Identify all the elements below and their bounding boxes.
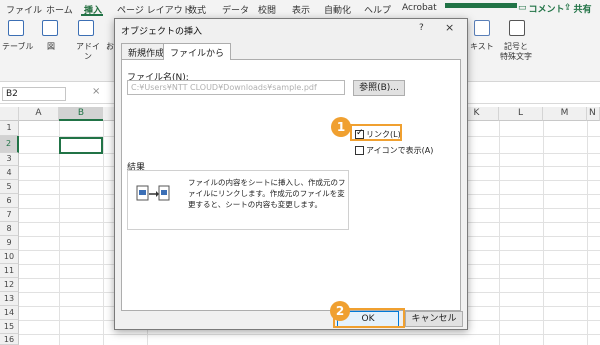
column-header[interactable]: A (19, 107, 59, 121)
row-header[interactable]: 8 (0, 222, 19, 236)
name-box[interactable]: B2 (2, 87, 66, 101)
row-header-selected[interactable]: 2 (0, 136, 19, 153)
link-highlight-box (350, 124, 402, 141)
tab-home[interactable]: ホーム (46, 3, 73, 16)
ribbon-symbol-button[interactable]: 記号と 特殊文字 (500, 42, 532, 62)
comment-button[interactable]: ▭ コメント (518, 1, 565, 15)
tab-data[interactable]: データ (222, 3, 249, 16)
share-label: 共有 (573, 4, 592, 15)
result-description: ファイルの内容をシートに挿入し、作成元のファイルにリンクします。作成元のファイル… (188, 178, 346, 209)
ribbon-addin-button[interactable]: アドイ ン (76, 42, 100, 62)
row-header[interactable]: 11 (0, 264, 19, 278)
table-icon (8, 20, 24, 36)
grid-line (59, 121, 60, 345)
ribbon-figure-button[interactable]: 図 (47, 42, 55, 52)
addin-icon (78, 20, 94, 36)
row-header[interactable]: 9 (0, 236, 19, 250)
display-as-icon-label[interactable]: アイコンで表示(A) (366, 145, 433, 156)
tab-create-from-file[interactable]: ファイルから (163, 43, 232, 60)
tab-help[interactable]: ヘルプ (364, 3, 391, 16)
cancel-button[interactable]: キャンセル (405, 311, 463, 327)
ribbon-tab-bar: ファイル ホーム 挿入 ページ レイアウト 数式 データ 校閲 表示 自動化 ヘ… (0, 0, 600, 16)
column-header[interactable]: N (587, 107, 600, 121)
link-file-icon (136, 185, 170, 201)
row-header[interactable]: 4 (0, 166, 19, 180)
result-box: ファイルの内容をシートに挿入し、作成元のファイルにリンクします。作成元のファイル… (127, 170, 349, 230)
dialog-title: オブジェクトの挿入 (121, 27, 203, 37)
share-icon: ⇪ (564, 3, 572, 13)
row-header[interactable]: 14 (0, 306, 19, 320)
grid-line (543, 121, 544, 345)
help-button[interactable]: ? (419, 23, 424, 33)
tab-file[interactable]: ファイル (6, 3, 42, 16)
row-header[interactable]: 7 (0, 208, 19, 222)
tab-automate[interactable]: 自動化 (324, 3, 351, 16)
grid-line (19, 334, 600, 335)
row-header[interactable]: 16 (0, 334, 19, 345)
share-button[interactable]: ⇪ 共有 (564, 1, 592, 15)
tab-view[interactable]: 表示 (292, 3, 310, 16)
row-header[interactable]: 12 (0, 278, 19, 292)
omega-icon (509, 20, 525, 36)
column-header-selected[interactable]: B (59, 107, 103, 121)
cancel-formula-icon[interactable]: × (92, 86, 100, 97)
step-2-badge: 2 (330, 301, 350, 321)
select-all-corner[interactable] (0, 107, 19, 121)
text-icon (474, 20, 490, 36)
tab-page-layout[interactable]: ページ レイアウト (117, 3, 192, 16)
close-button[interactable]: × (445, 21, 454, 34)
tab-review[interactable]: 校閲 (258, 3, 276, 16)
symbol-label-2: 特殊文字 (500, 52, 532, 61)
file-name-input[interactable]: C:¥Users¥NTT CLOUD¥Downloads¥sample.pdf (127, 80, 345, 95)
column-header[interactable]: M (543, 107, 587, 121)
tab-formulas[interactable]: 数式 (188, 3, 206, 16)
row-header[interactable]: 5 (0, 180, 19, 194)
addin-label-1: アドイ (76, 42, 100, 51)
comment-label: コメント (528, 4, 565, 15)
display-as-icon-checkbox[interactable] (355, 146, 364, 155)
ribbon-partial-label: お (106, 42, 114, 51)
row-header[interactable]: 1 (0, 121, 19, 136)
row-header[interactable]: 10 (0, 250, 19, 264)
picture-icon (42, 20, 58, 36)
ribbon-text-button[interactable]: キスト (470, 42, 494, 52)
insert-object-dialog: オブジェクトの挿入 ? × 新規作成 ファイルから ファイル名(N): C:¥U… (114, 18, 468, 330)
grid-line (103, 121, 104, 345)
row-header[interactable]: 3 (0, 153, 19, 166)
comment-icon: ▭ (518, 3, 527, 13)
browse-button[interactable]: 参照(B)... (353, 80, 405, 96)
row-header[interactable]: 13 (0, 292, 19, 306)
symbol-label-1: 記号と (504, 42, 528, 51)
row-header[interactable]: 15 (0, 320, 19, 334)
selected-cell-b2[interactable] (59, 137, 103, 154)
ribbon-table-button[interactable]: テーブル (2, 42, 34, 52)
addin-label-2: ン (84, 52, 92, 61)
column-header[interactable]: L (499, 107, 543, 121)
tab-acrobat[interactable]: Acrobat (402, 3, 437, 13)
row-header[interactable]: 6 (0, 194, 19, 208)
grid-line (587, 121, 588, 345)
grid-line (499, 121, 500, 345)
step-1-badge: 1 (331, 117, 351, 137)
title-accent-bar (445, 3, 517, 8)
